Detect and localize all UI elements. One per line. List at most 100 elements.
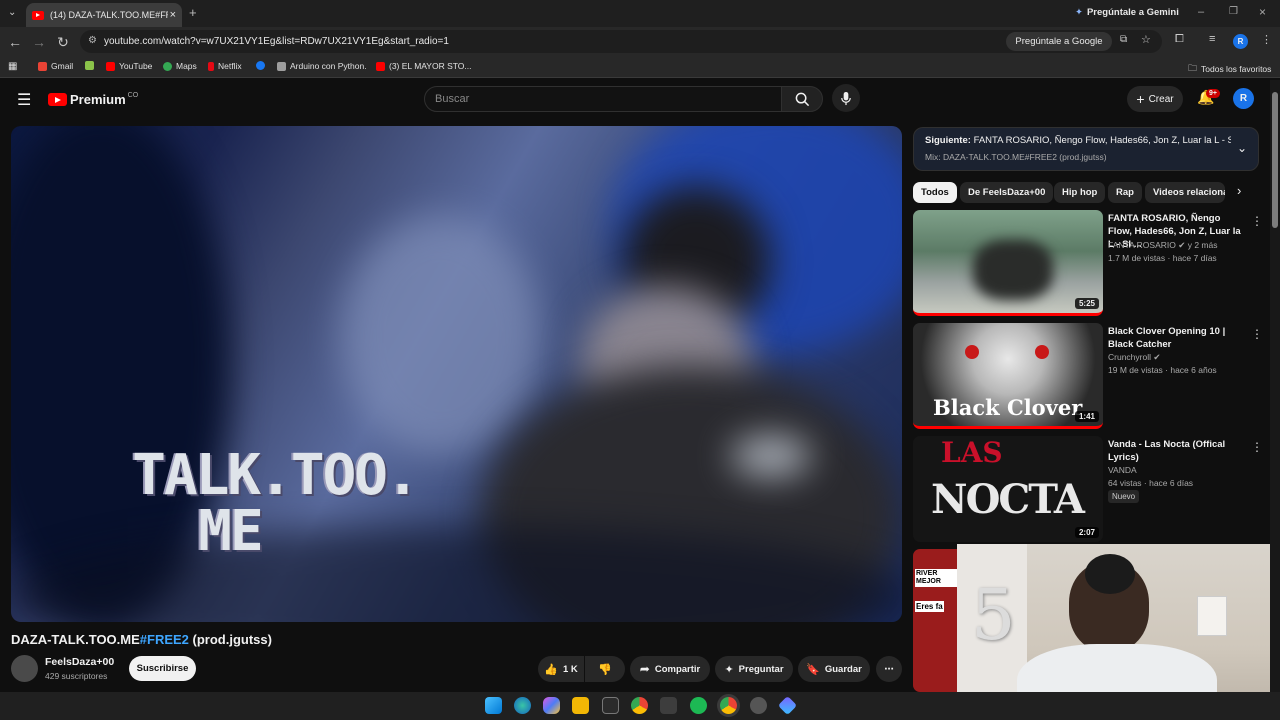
chip-related[interactable]: Videos relacionad — [1145, 182, 1225, 203]
epic-games-icon[interactable] — [602, 697, 619, 714]
address-bar[interactable]: ⚙ youtube.com/watch?v=w7UX21VY1Eg&list=R… — [80, 30, 1162, 53]
logo-text: Premium — [70, 92, 126, 107]
extensions-icon[interactable]: ⧠ — [1175, 33, 1184, 46]
tab-list-chevron-icon[interactable]: ⌄ — [8, 7, 16, 18]
more-vert-icon[interactable]: ⋮ — [1251, 440, 1263, 454]
edge-browser-icon[interactable] — [514, 697, 531, 714]
video-thumbnail[interactable]: Black Clover 1:41 — [913, 323, 1103, 429]
partial-thumb-text-2: Eres fa — [915, 601, 944, 612]
chrome-active-icon[interactable] — [720, 697, 737, 714]
apps-grid-icon[interactable]: ▦ — [8, 61, 17, 72]
ask-button[interactable]: ✦ Preguntar — [715, 656, 793, 682]
bookmark-netflix[interactable]: Netflix — [208, 61, 242, 71]
bookmark-mayor[interactable]: (3) EL MAYOR STO... — [376, 61, 472, 71]
more-vert-icon[interactable]: ⋮ — [1251, 327, 1263, 341]
expand-chevron-icon[interactable]: ⌄ — [1237, 141, 1247, 155]
share-button[interactable]: ➦ Compartir — [630, 656, 710, 682]
chip-all[interactable]: Todos — [913, 182, 957, 203]
video-thumbnail[interactable]: LAS NOCTA 2:07 — [913, 436, 1103, 542]
bookmarks-bar: ▦ Gmail YouTube Maps Netflix Arduino con… — [0, 56, 1280, 78]
close-window-icon[interactable]: × — [1259, 5, 1266, 19]
maps-icon — [163, 61, 172, 71]
recommendation-meta: 1.7 M de vistas · hace 7 días — [1108, 253, 1217, 263]
overlay-line-1: TALK.TOO. — [132, 443, 419, 508]
up-next-panel[interactable]: Siguiente: FANTA ROSARIO, Ñengo Flow, Ha… — [913, 127, 1259, 171]
copilot-icon[interactable] — [543, 697, 560, 714]
all-bookmarks-folder[interactable]: 🗀 Todos los favoritos — [1188, 61, 1271, 77]
youtube-favicon-icon — [32, 10, 44, 20]
partial-thumbnail[interactable]: RIVER MEJOR Eres fa — [913, 549, 957, 692]
thumbnail-eye-left — [965, 345, 979, 359]
up-next-title: Siguiente: FANTA ROSARIO, Ñengo Flow, Ha… — [925, 135, 1231, 146]
new-tab-icon[interactable]: + — [189, 5, 197, 20]
site-info-icon[interactable]: ⚙ — [88, 35, 97, 46]
create-button[interactable]: + Crear — [1127, 86, 1183, 112]
minimize-icon[interactable]: – — [1198, 6, 1204, 18]
search-input[interactable]: Buscar — [424, 86, 782, 112]
create-label: Crear — [1148, 93, 1174, 105]
bookmark-maps[interactable]: Maps — [163, 61, 197, 71]
mix-subtitle: Mix: DAZA-TALK.TOO.ME#FREE2 (prod.jgutss… — [925, 152, 1107, 162]
ask-label: Preguntar — [738, 663, 784, 675]
ask-google-button[interactable]: Pregúntale a Google — [1006, 32, 1112, 51]
start-windows-icon[interactable] — [485, 697, 502, 714]
browser-tab-active[interactable]: (14) DAZA-TALK.TOO.ME#FREE2 × — [26, 3, 182, 27]
video-title: DAZA-TALK.TOO.ME#FREE2 (prod.jgutss) — [11, 632, 272, 647]
bookmark-gmail[interactable]: Gmail — [38, 61, 73, 71]
hashtag-link[interactable]: #FREE2 — [140, 632, 189, 647]
thumbnail-text-red: LAS — [941, 436, 1003, 469]
like-count: 1 K — [562, 663, 578, 675]
bookmark-arduino[interactable]: Arduino con Python. — [277, 61, 367, 71]
voice-search-button[interactable] — [832, 84, 860, 112]
recommendation-item[interactable]: Black Clover 1:41 Black Clover Opening 1… — [913, 323, 1263, 431]
plus-icon: + — [1136, 91, 1145, 107]
back-arrow-icon[interactable]: ← — [5, 32, 25, 52]
account-avatar[interactable]: R — [1233, 88, 1254, 109]
bookmark-label: Gmail — [51, 61, 74, 71]
up-next-video: FANTA ROSARIO, Ñengo Flow, Hades66, Jon … — [973, 135, 1231, 146]
reload-icon[interactable]: ↻ — [53, 32, 73, 52]
bookmark-star-icon[interactable]: ☆ — [1141, 33, 1151, 46]
subscribe-button[interactable]: Suscribirse — [129, 656, 196, 681]
bookmark-facebook[interactable] — [256, 61, 265, 70]
hamburger-menu-icon[interactable]: ☰ — [17, 90, 31, 110]
chip-hip-hop[interactable]: Hip hop — [1054, 182, 1106, 203]
bookmark-misc[interactable] — [85, 61, 94, 70]
thumbnail-text-white: NOCTA — [931, 476, 1085, 523]
more-vert-icon[interactable]: ⋮ — [1251, 214, 1263, 228]
scrollbar-thumb[interactable] — [1272, 92, 1278, 228]
profile-avatar[interactable]: R — [1233, 34, 1248, 49]
media-control-icon[interactable]: ≡ — [1209, 33, 1215, 45]
install-icon[interactable]: ⧉ — [1120, 34, 1127, 45]
chrome-icon[interactable] — [631, 697, 648, 714]
channel-avatar[interactable] — [11, 655, 38, 682]
recommendation-item[interactable]: LAS NOCTA 2:07 Vanda - Las Nocta (Offica… — [913, 436, 1263, 544]
save-button[interactable]: 🔖 Guardar — [798, 656, 870, 682]
browser-menu-icon[interactable]: ⋮ — [1261, 33, 1272, 46]
dislike-button[interactable]: 👎 — [585, 656, 625, 682]
close-tab-icon[interactable]: × — [170, 9, 176, 21]
search-button[interactable] — [781, 86, 823, 112]
chips-next-arrow-icon[interactable]: › — [1237, 183, 1241, 198]
video-thumbnail[interactable]: 5:25 — [913, 210, 1103, 316]
restore-icon[interactable]: ❐ — [1229, 6, 1238, 17]
webcam-headphones — [1085, 554, 1135, 594]
gemini-button[interactable]: ✦ Pregúntale a Gemini — [1075, 7, 1179, 18]
more-actions-button[interactable]: ⋯ — [876, 656, 902, 682]
forward-arrow-icon[interactable]: → — [29, 32, 49, 52]
bookmark-youtube[interactable]: YouTube — [106, 61, 152, 71]
app-icon-3[interactable] — [777, 695, 798, 716]
recommendation-item[interactable]: 5:25 FANTA ROSARIO, Ñengo Flow, Hades66,… — [913, 210, 1263, 318]
channel-name[interactable]: FeelsDaza+00 — [45, 656, 114, 668]
youtube-masthead: ☰ Premium CO Buscar + Crear 🔔 9+ R — [0, 80, 1270, 120]
youtube-logo[interactable]: Premium CO — [48, 92, 138, 107]
file-explorer-icon[interactable] — [572, 697, 589, 714]
title-main: DAZA-TALK.TOO.ME — [11, 632, 140, 647]
spotify-icon[interactable] — [690, 697, 707, 714]
app-icon-2[interactable] — [750, 697, 767, 714]
app-icon[interactable] — [660, 697, 677, 714]
verified-icon: ✔ — [1153, 352, 1161, 362]
chip-from-channel[interactable]: De FeelsDaza+00 — [960, 182, 1054, 203]
like-button[interactable]: 👍 1 K — [538, 656, 584, 682]
chip-rap[interactable]: Rap — [1108, 182, 1142, 203]
